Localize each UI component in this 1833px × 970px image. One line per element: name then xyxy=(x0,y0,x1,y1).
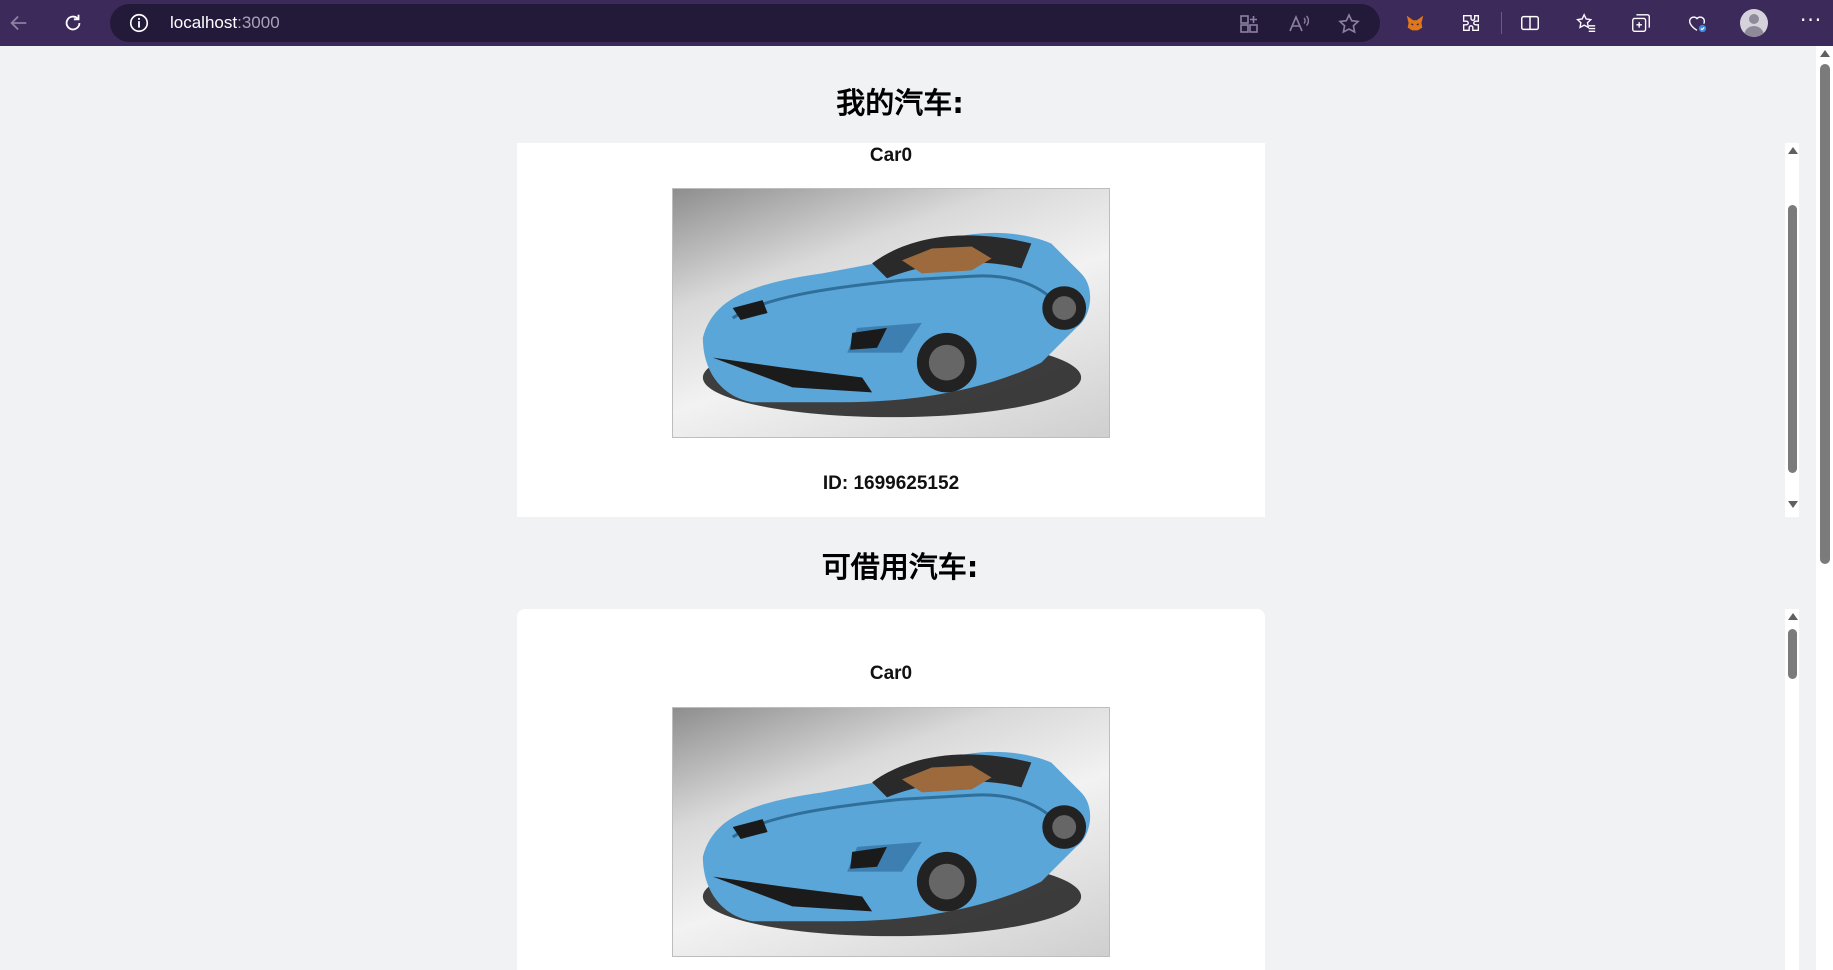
address-bar[interactable]: localhost:3000 xyxy=(110,4,1380,42)
refresh-icon[interactable] xyxy=(60,10,86,36)
my-cars-scrollbar[interactable] xyxy=(1785,143,1799,517)
browser-essentials-icon[interactable] xyxy=(1684,10,1710,36)
scroll-up-arrow-icon[interactable] xyxy=(1788,613,1798,620)
available-car-card: Car0 xyxy=(517,609,1265,970)
url-text[interactable]: localhost:3000 xyxy=(170,13,280,33)
browser-toolbar: localhost:3000 ··· xyxy=(0,0,1833,46)
available-cars-title: 可借用汽车: xyxy=(821,550,979,584)
profile-avatar-icon[interactable] xyxy=(1740,9,1768,37)
scroll-down-arrow-icon[interactable] xyxy=(1788,501,1798,508)
info-icon[interactable] xyxy=(128,12,150,34)
read-aloud-icon[interactable] xyxy=(1287,12,1311,36)
my-cars-title: 我的汽车: xyxy=(836,86,964,120)
toolbar-separator xyxy=(1501,12,1502,34)
car-id: ID: 1699625152 xyxy=(822,473,960,494)
scrollbar-thumb[interactable] xyxy=(1820,64,1830,564)
favorite-star-icon[interactable] xyxy=(1337,12,1361,36)
available-cars-scrollbar[interactable] xyxy=(1785,609,1799,970)
scrollbar-thumb[interactable] xyxy=(1788,629,1797,679)
car-image xyxy=(672,188,1110,438)
scrollbar-thumb[interactable] xyxy=(1788,205,1797,473)
extensions-icon[interactable] xyxy=(1458,10,1484,36)
my-car-card: Car0 ID: 1699625152 xyxy=(517,143,1265,517)
metamask-fox-icon[interactable] xyxy=(1402,10,1428,36)
car-image xyxy=(672,707,1110,957)
url-port: :3000 xyxy=(237,13,280,32)
car-name: Car0 xyxy=(869,145,913,166)
favorites-icon[interactable] xyxy=(1573,10,1599,36)
more-options-icon[interactable]: ··· xyxy=(1800,8,1822,32)
url-host: localhost xyxy=(170,13,238,32)
scroll-up-arrow-icon[interactable] xyxy=(1788,147,1798,154)
app-grid-icon[interactable] xyxy=(1237,12,1261,36)
car-name: Car0 xyxy=(869,663,913,684)
back-arrow-icon[interactable] xyxy=(6,10,32,36)
page-scrollbar[interactable] xyxy=(1816,46,1833,970)
collections-icon[interactable] xyxy=(1628,10,1654,36)
scroll-up-arrow-icon[interactable] xyxy=(1820,50,1830,57)
split-screen-icon[interactable] xyxy=(1517,10,1543,36)
page-viewport: 我的汽车: Car0 ID: 1699625152 可借用汽车: Car0 xyxy=(0,46,1816,970)
